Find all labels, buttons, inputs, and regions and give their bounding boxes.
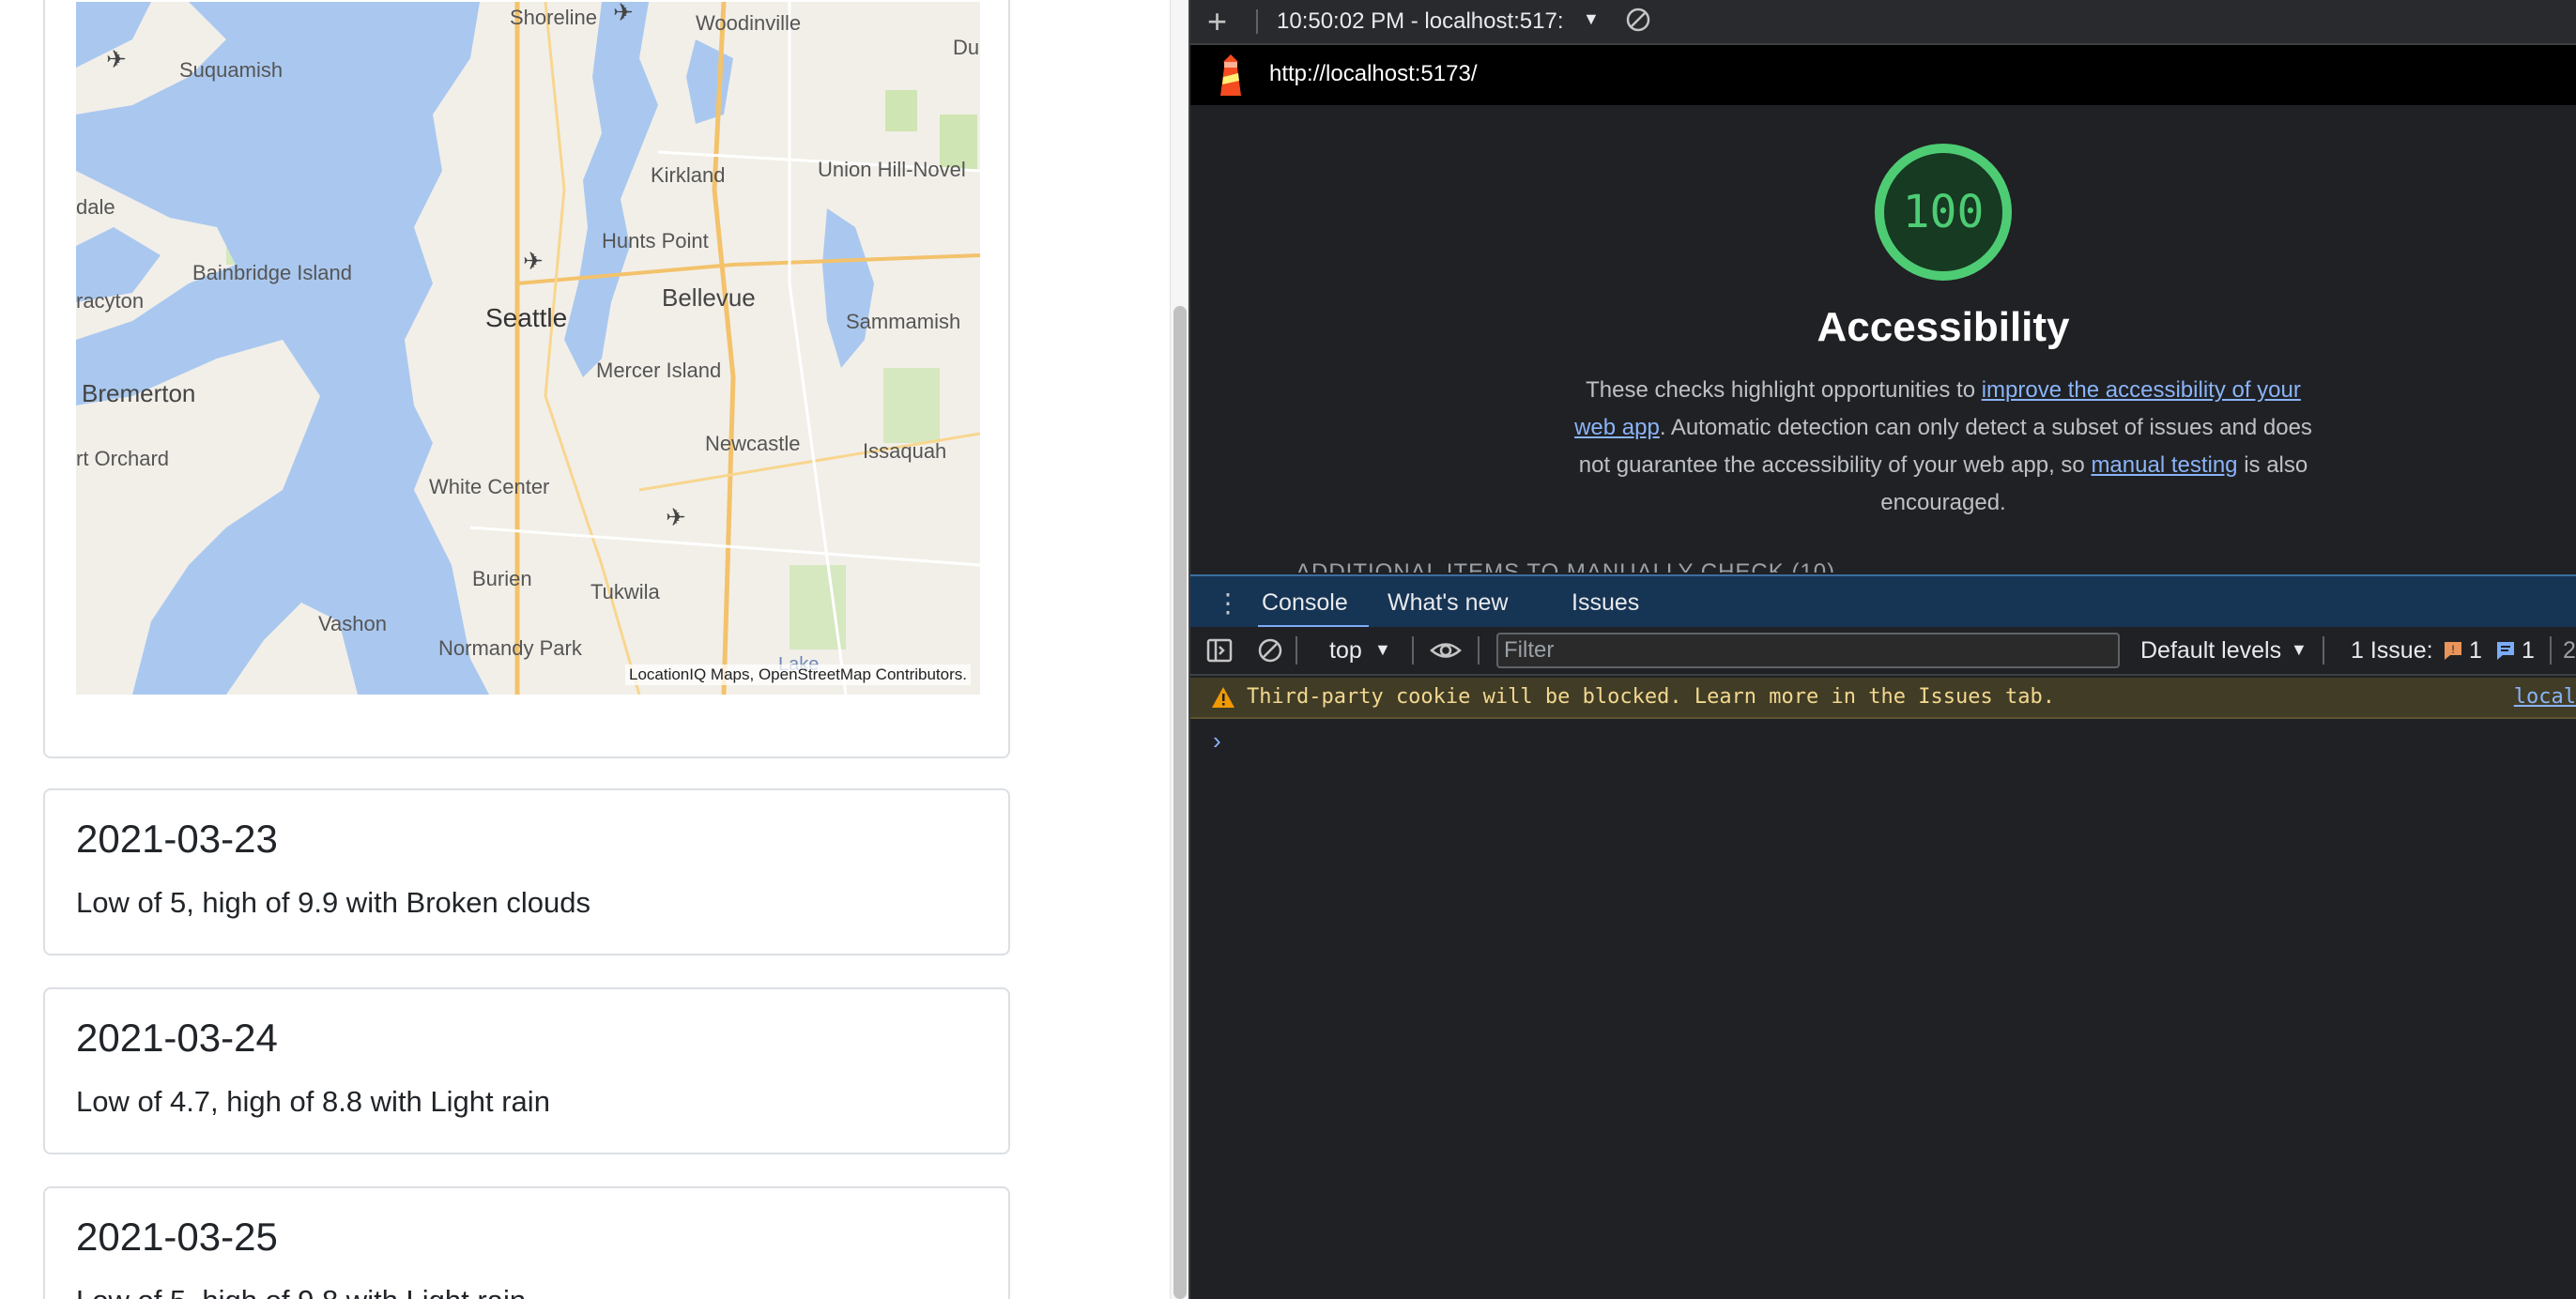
- section-heading[interactable]: ADDITIONAL ITEMS TO MANUALLY CHECK (10): [1296, 559, 1835, 573]
- map-label: Burien: [472, 567, 532, 590]
- map-attribution[interactable]: LocationIQ Maps, OpenStreetMap Contribut…: [624, 665, 971, 685]
- map-canvas: ✈ ✈ ✈ ✈ Shoreline Woodinville Suquamish …: [76, 2, 980, 695]
- desc-text: These checks highlight opportunities to: [1586, 377, 1982, 403]
- warning-issue-count[interactable]: 1: [2469, 637, 2482, 665]
- forecast-summary: Low of 5, high of 9.9 with Broken clouds: [76, 886, 590, 919]
- weather-page: ✈ ✈ ✈ ✈ Shoreline Woodinville Suquamish …: [0, 0, 1170, 1299]
- hidden-messages-count[interactable]: 2: [2563, 637, 2576, 665]
- score-value: 100: [1902, 186, 1985, 238]
- toolbar-divider: [1296, 636, 1297, 665]
- forecast-date: 2021-03-25: [76, 1215, 278, 1259]
- report-selector[interactable]: 10:50:02 PM - localhost:517:: [1277, 8, 1564, 35]
- forecast-summary: Low of 4.7, high of 8.8 with Light rain: [76, 1085, 550, 1118]
- warning-message: Third-party cookie will be blocked. Lear…: [1247, 685, 2055, 709]
- map-label: Issaquah: [863, 439, 946, 463]
- issues-counter-label[interactable]: 1 Issue:: [2351, 637, 2433, 665]
- svg-text:✈: ✈: [613, 2, 634, 26]
- toolbar-divider: [1412, 636, 1414, 665]
- forecast-summary: Low of 5, high of 9.8 with Light rain: [76, 1284, 526, 1299]
- toolbar-divider: [2550, 636, 2552, 665]
- lighthouse-report: 100 Accessibility These checks highlight…: [1190, 105, 2576, 573]
- forecast-card: 2021-03-25 Low of 5, high of 9.8 with Li…: [43, 1186, 1010, 1299]
- map-label: Shoreline: [510, 6, 597, 29]
- map-label: Newcastle: [705, 432, 800, 455]
- map-label: dale: [76, 195, 115, 219]
- eye-icon[interactable]: [1429, 636, 1463, 665]
- tab-whats-new[interactable]: What's new: [1388, 589, 1508, 617]
- devtools-panel: + 10:50:02 PM - localhost:517: ▼ http://…: [1188, 0, 2576, 1299]
- svg-text:✈: ✈: [666, 503, 686, 531]
- svg-text:✈: ✈: [106, 45, 127, 73]
- console-prompt[interactable]: ›: [1213, 726, 1221, 756]
- clear-icon[interactable]: [1624, 6, 1652, 34]
- map-label: Bremerton: [82, 379, 195, 407]
- map-label: Mercer Island: [596, 359, 721, 382]
- page-scrollbar[interactable]: [1170, 0, 1189, 1299]
- map-label: Seattle: [485, 303, 567, 332]
- map-label: racyton: [76, 289, 144, 313]
- map-label: Suquamish: [179, 58, 283, 82]
- chevron-down-icon[interactable]: ▼: [1583, 9, 1600, 29]
- sidebar-toggle-icon[interactable]: [1205, 636, 1234, 665]
- map-label: Vashon: [318, 612, 387, 635]
- map-label: Du: [953, 36, 979, 59]
- warning-icon: [1212, 687, 1234, 708]
- new-report-icon[interactable]: +: [1207, 2, 1227, 41]
- more-options-icon[interactable]: ⋮: [1215, 588, 1241, 619]
- map-label: Hunts Point: [602, 229, 709, 252]
- forecast-card: 2021-03-23 Low of 5, high of 9.9 with Br…: [43, 788, 1010, 955]
- map-label: Woodinville: [696, 11, 801, 35]
- filter-field[interactable]: [1496, 633, 2120, 668]
- lighthouse-logo-icon: [1220, 54, 1241, 96]
- forecast-card: 2021-03-24 Low of 4.7, high of 8.8 with …: [43, 987, 1010, 1154]
- chevron-down-icon[interactable]: ▼: [2291, 640, 2308, 660]
- map-label: rt Orchard: [76, 447, 169, 470]
- tab-console[interactable]: Console: [1262, 589, 1348, 617]
- map[interactable]: ✈ ✈ ✈ ✈ Shoreline Woodinville Suquamish …: [76, 2, 980, 695]
- svg-text:✈: ✈: [523, 247, 544, 275]
- map-card: ✈ ✈ ✈ ✈ Shoreline Woodinville Suquamish …: [43, 0, 1010, 758]
- info-issue-icon[interactable]: [2495, 640, 2516, 661]
- map-label: Bellevue: [662, 283, 756, 312]
- lighthouse-toolbar: + 10:50:02 PM - localhost:517: ▼: [1190, 0, 2576, 45]
- map-label: Tukwila: [590, 580, 661, 604]
- map-label: White Center: [429, 475, 549, 498]
- report-url[interactable]: http://localhost:5173/: [1269, 61, 1477, 87]
- drawer-tabbar: ⋮ Console What's new Issues: [1190, 574, 2576, 629]
- forecast-date: 2021-03-24: [76, 1016, 278, 1060]
- scrollbar-thumb[interactable]: [1173, 306, 1187, 1299]
- toolbar-divider: [1256, 9, 1258, 34]
- map-label: Bainbridge Island: [192, 261, 352, 284]
- category-title: Accessibility: [1817, 304, 2070, 350]
- map-label: Kirkland: [651, 163, 725, 187]
- warning-source-link[interactable]: local: [2514, 685, 2576, 709]
- context-selector[interactable]: top: [1329, 637, 1362, 665]
- console-toolbar: top ▼ Default levels ▼ 1 Issue: ! 1 1 2: [1190, 627, 2576, 676]
- toolbar-divider: [2323, 636, 2324, 665]
- forecast-date: 2021-03-23: [76, 817, 278, 861]
- filter-input[interactable]: [1498, 634, 2110, 666]
- report-url-bar: http://localhost:5173/: [1190, 45, 2576, 105]
- log-levels-dropdown[interactable]: Default levels: [2140, 637, 2281, 665]
- svg-text:!: !: [2451, 643, 2454, 656]
- clear-console-icon[interactable]: [1256, 636, 1284, 665]
- category-description: These checks highlight opportunities to …: [1566, 372, 2321, 522]
- map-label: Union Hill-Novel: [818, 158, 966, 181]
- chevron-down-icon[interactable]: ▼: [1374, 640, 1391, 660]
- map-label: Sammamish: [846, 310, 960, 333]
- console-warning-row[interactable]: Third-party cookie will be blocked. Lear…: [1190, 678, 2576, 719]
- tab-issues[interactable]: Issues: [1572, 589, 1639, 617]
- map-label: Normandy Park: [438, 636, 583, 660]
- toolbar-divider: [1478, 636, 1480, 665]
- manual-testing-link[interactable]: manual testing: [2091, 452, 2237, 478]
- warning-issue-icon[interactable]: !: [2443, 640, 2463, 661]
- info-issue-count[interactable]: 1: [2522, 637, 2535, 665]
